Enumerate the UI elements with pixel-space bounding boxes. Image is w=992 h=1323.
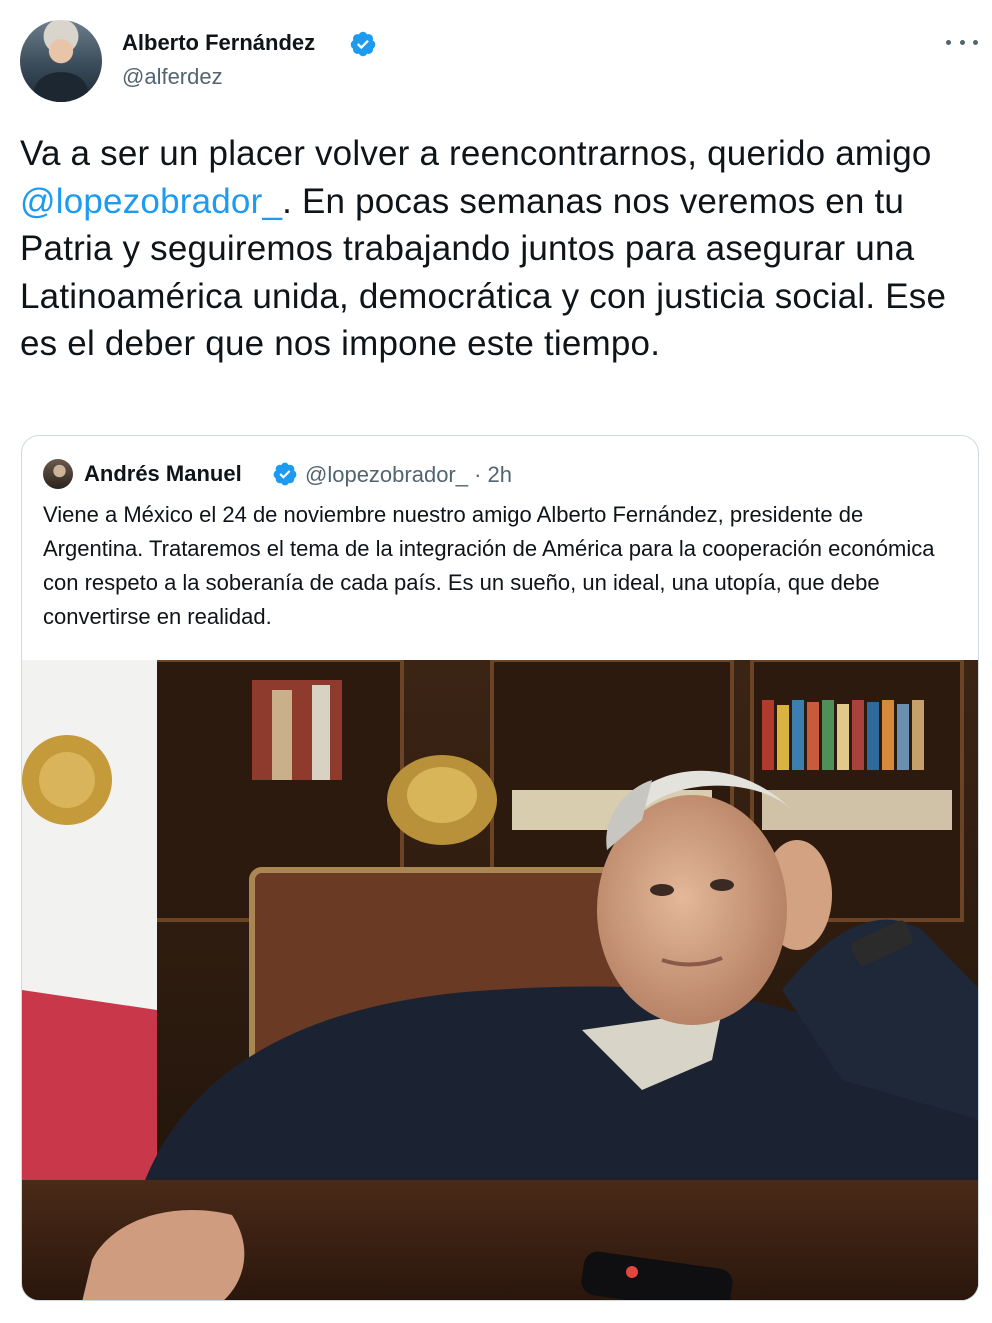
quoted-author-avatar xyxy=(43,459,73,489)
verified-badge-icon xyxy=(273,462,297,486)
more-options-icon[interactable] xyxy=(946,32,978,52)
tweet-text: Va a ser un placer volver a reencontrarn… xyxy=(20,130,980,368)
quoted-tweet-photo[interactable] xyxy=(22,660,978,1300)
quoted-tweet-card[interactable]: Andrés Manuel @lopezobrador_ · 2h Viene … xyxy=(21,435,979,1301)
verified-badge-icon xyxy=(350,31,376,57)
mention-link[interactable]: @lopezobrador_ xyxy=(20,182,282,221)
quoted-handle-time: @lopezobrador_ · 2h xyxy=(305,462,513,487)
author-name[interactable]: Alberto Fernández xyxy=(122,30,315,56)
author-avatar[interactable] xyxy=(20,20,102,102)
photo-illustration xyxy=(22,660,978,1300)
quoted-author-name: Andrés Manuel xyxy=(84,461,242,486)
quoted-tweet-text: Viene a México el 24 de noviembre nuestr… xyxy=(43,502,935,629)
author-handle[interactable]: @alferdez xyxy=(122,64,223,90)
tweet-text-start: Va a ser un placer volver a reencontrarn… xyxy=(20,134,932,173)
